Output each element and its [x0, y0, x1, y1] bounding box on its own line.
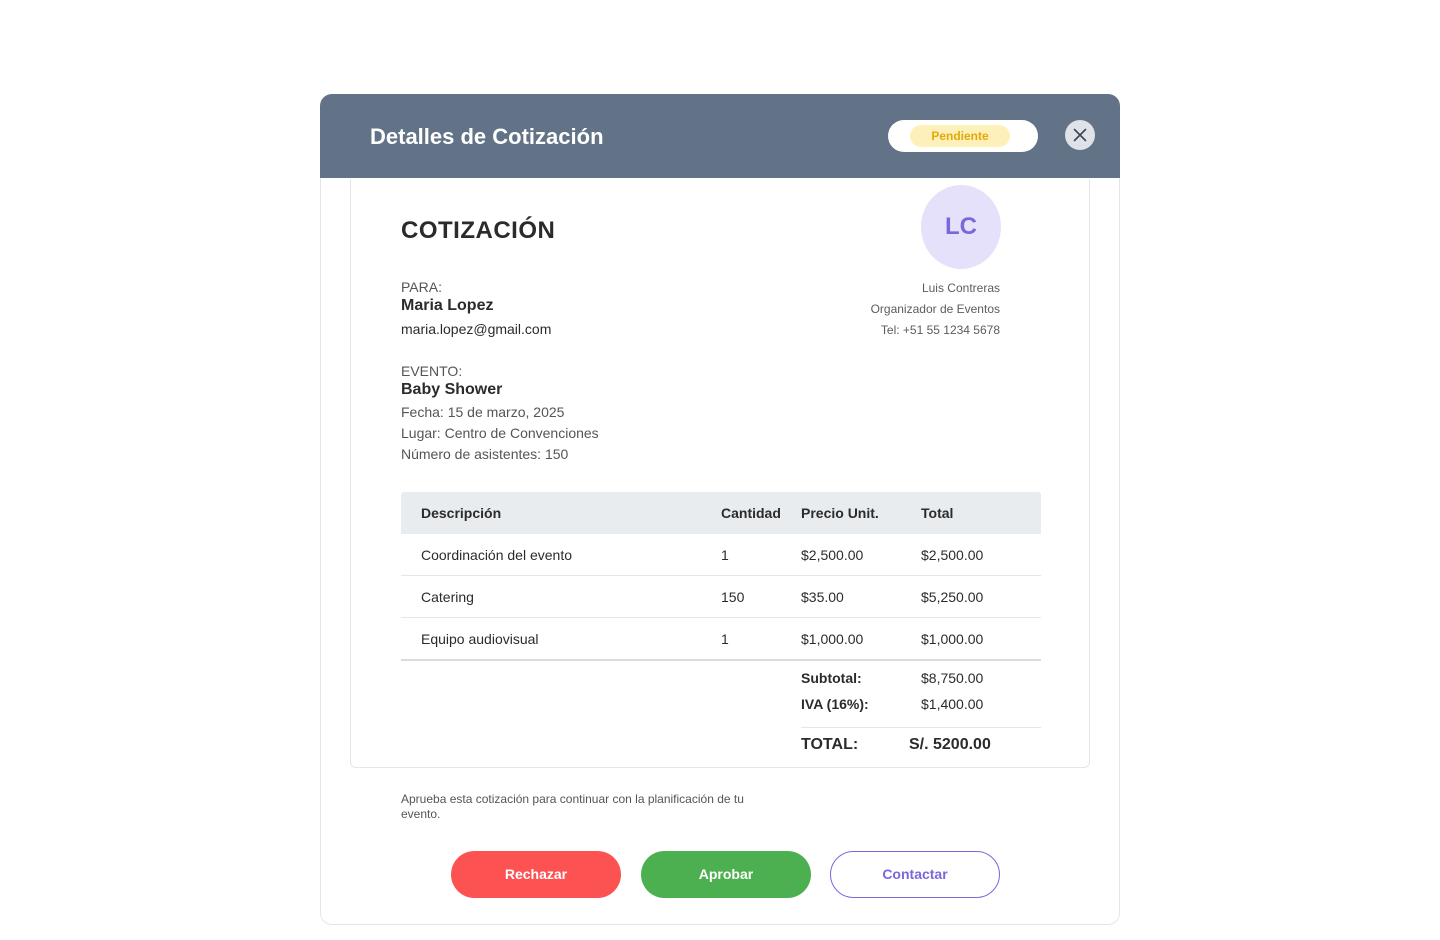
- document-title: COTIZACIÓN: [401, 217, 556, 244]
- cell-total: $5,250.00: [921, 589, 984, 605]
- subtotal-label: Subtotal:: [801, 670, 862, 686]
- header-quantity: Cantidad: [721, 505, 781, 521]
- total-divider: [801, 727, 1041, 728]
- table-row: Equipo audiovisual 1 $1,000.00 $1,000.00: [401, 618, 1041, 661]
- table-row: Catering 150 $35.00 $5,250.00: [401, 576, 1041, 618]
- header-unit-price: Precio Unit.: [801, 505, 879, 521]
- subtotal-value: $8,750.00: [921, 670, 984, 686]
- cell-total: $1,000.00: [921, 631, 984, 647]
- client-label: PARA:: [401, 279, 442, 295]
- modal-header: Detalles de Cotización Pendiente: [320, 94, 1120, 178]
- cell-quantity: 1: [721, 547, 729, 563]
- header-description: Descripción: [421, 505, 502, 521]
- table-header: Descripción Cantidad Precio Unit. Total: [401, 492, 1041, 534]
- organizer-role: Organizador de Eventos: [870, 302, 1000, 316]
- event-name: Baby Shower: [401, 381, 503, 398]
- client-name: Maria Lopez: [401, 297, 494, 314]
- reject-button[interactable]: Rechazar: [451, 851, 621, 898]
- tax-value: $1,400.00: [921, 696, 984, 712]
- close-icon: [1073, 128, 1087, 142]
- approve-button[interactable]: Aprobar: [641, 851, 811, 898]
- organizer-phone: Tel: +51 55 1234 5678: [880, 323, 1000, 337]
- total-label: TOTAL:: [801, 736, 859, 753]
- quote-document: COTIZACIÓN LC Luis Contreras Organizador…: [350, 179, 1090, 768]
- close-button[interactable]: [1065, 120, 1095, 150]
- total-value: S/. 5200.00: [909, 736, 991, 753]
- event-date: Fecha: 15 de marzo, 2025: [401, 404, 565, 420]
- event-attendees: Número de asistentes: 150: [401, 446, 569, 462]
- cell-description: Coordinación del evento: [421, 547, 572, 563]
- contact-button[interactable]: Contactar: [830, 851, 1000, 898]
- cell-unit-price: $2,500.00: [801, 547, 864, 563]
- quote-table: Descripción Cantidad Precio Unit. Total …: [401, 492, 1041, 661]
- quote-details-modal: Detalles de Cotización Pendiente COTIZAC…: [320, 94, 1120, 925]
- avatar: LC: [921, 185, 1001, 269]
- cell-total: $2,500.00: [921, 547, 984, 563]
- cell-unit-price: $1,000.00: [801, 631, 864, 647]
- cell-description: Equipo audiovisual: [421, 631, 539, 647]
- status-badge: Pendiente: [910, 125, 1010, 147]
- organizer-info: Luis Contreras Organizador de Eventos Te…: [871, 281, 1000, 344]
- table-row: Coordinación del evento 1 $2,500.00 $2,5…: [401, 534, 1041, 576]
- header-total: Total: [921, 505, 954, 521]
- client-email: maria.lopez@gmail.com: [401, 321, 552, 337]
- cell-unit-price: $35.00: [801, 589, 844, 605]
- approval-note: Aprueba esta cotización para continuar c…: [401, 792, 744, 821]
- cell-quantity: 150: [721, 589, 745, 605]
- tax-label: IVA (16%):: [801, 696, 869, 712]
- organizer-name: Luis Contreras: [921, 281, 1000, 295]
- status-pill: Pendiente: [888, 120, 1038, 152]
- cell-quantity: 1: [721, 631, 729, 647]
- cell-description: Catering: [421, 589, 474, 605]
- event-label: EVENTO:: [401, 363, 463, 379]
- event-place: Lugar: Centro de Convenciones: [401, 425, 599, 441]
- modal-title: Detalles de Cotización: [370, 124, 604, 149]
